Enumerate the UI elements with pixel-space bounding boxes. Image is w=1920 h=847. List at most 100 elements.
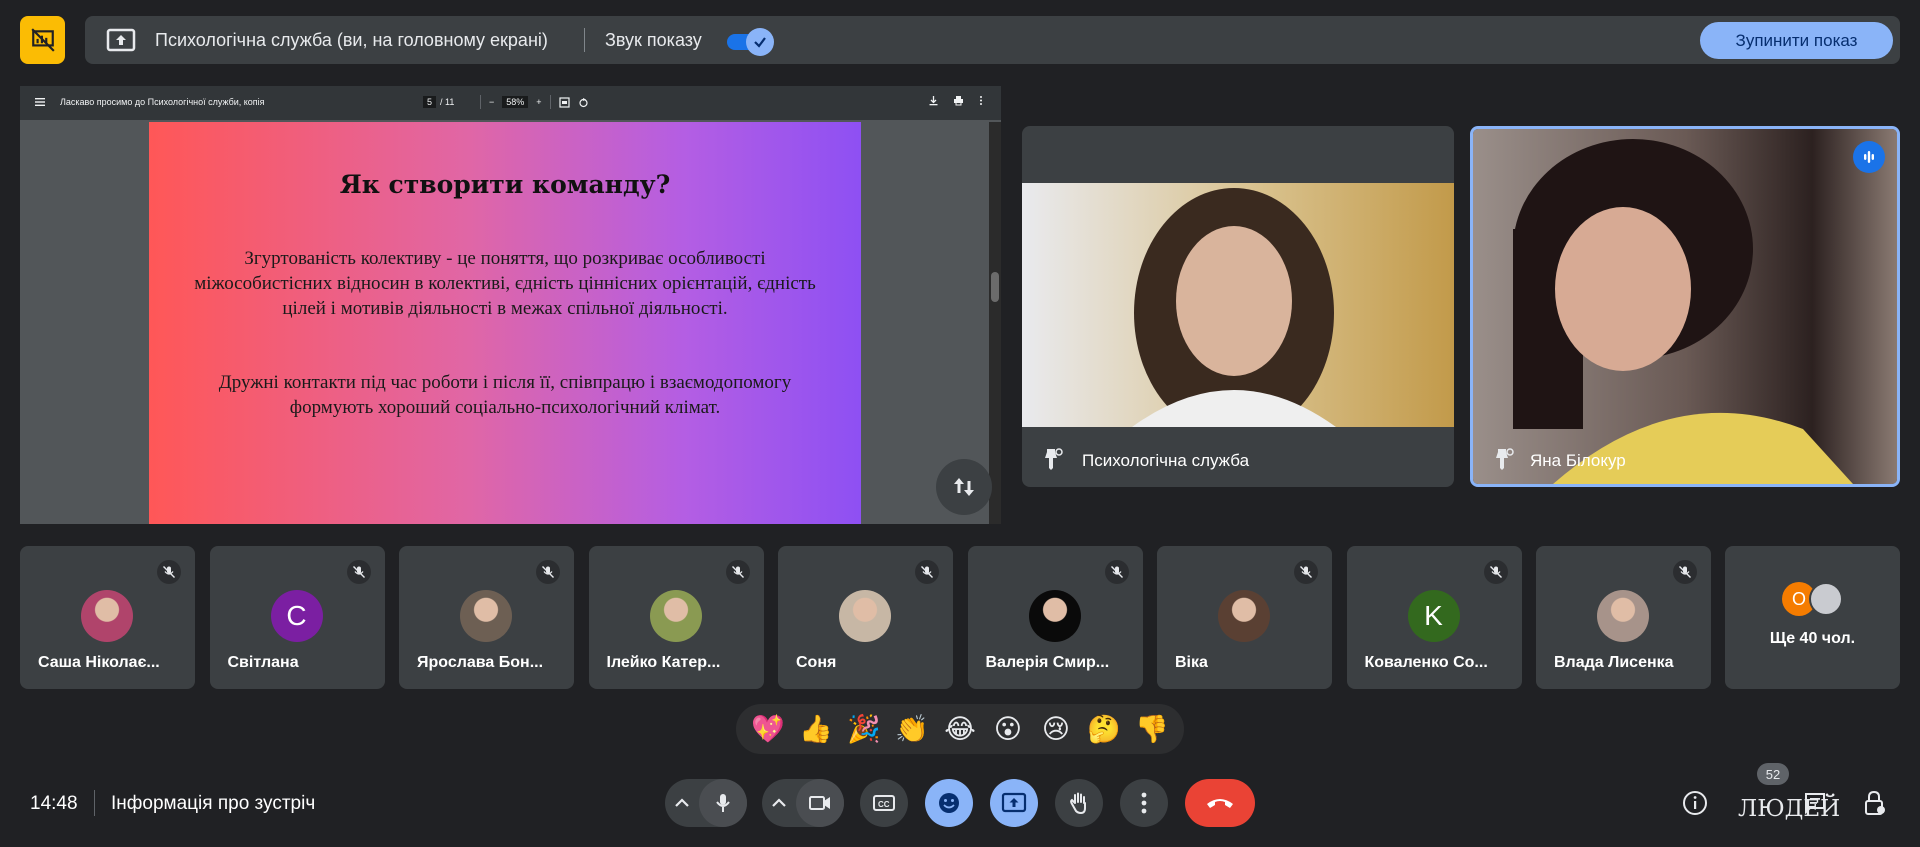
participant-name: Світлана bbox=[227, 654, 299, 671]
zoom-in-icon[interactable]: + bbox=[536, 97, 541, 107]
reaction-thumbs-up[interactable]: 👍 bbox=[796, 713, 836, 745]
mic-off-indicator bbox=[346, 560, 371, 584]
participant-name: Ілейко Катер... bbox=[606, 654, 721, 671]
participant-tile[interactable]: Соня bbox=[778, 546, 953, 689]
participant-tile[interactable]: Віка bbox=[1157, 546, 1332, 689]
participant-tile[interactable]: С Світлана bbox=[209, 546, 385, 689]
participant-avatar bbox=[1597, 590, 1649, 642]
pdf-scrollbar[interactable] bbox=[989, 122, 1001, 524]
pdf-page-input[interactable]: 5 bbox=[423, 96, 437, 108]
banner-divider bbox=[584, 28, 585, 52]
stop-presenting-button[interactable]: Зупинити показ bbox=[1700, 22, 1893, 59]
print-icon[interactable] bbox=[953, 95, 964, 106]
reaction-joy[interactable]: 😂 bbox=[940, 714, 980, 745]
participant-avatar bbox=[649, 590, 702, 642]
videocam-icon bbox=[809, 796, 830, 810]
participant-avatar bbox=[839, 590, 891, 642]
mic-off-icon bbox=[731, 566, 744, 578]
check-icon bbox=[754, 37, 766, 48]
captions-button[interactable]: CC bbox=[860, 779, 908, 827]
participant-name: Віка bbox=[1175, 654, 1208, 671]
bottom-divider bbox=[94, 790, 95, 816]
video-tile-yana-bilokur[interactable]: Яна Білокур bbox=[1470, 126, 1900, 487]
mic-off-indicator bbox=[1294, 560, 1318, 584]
host-controls-button[interactable] bbox=[1857, 785, 1893, 821]
presenting-badge bbox=[20, 16, 65, 64]
participant-tile[interactable]: Саша Ніколає... bbox=[20, 546, 195, 689]
meeting-details-button[interactable] bbox=[1677, 785, 1713, 821]
reaction-sad[interactable]: 😢 bbox=[1036, 714, 1076, 745]
call-end-icon bbox=[1207, 799, 1233, 808]
svg-text:CC: CC bbox=[878, 800, 890, 809]
more-participants-tile[interactable]: О Ще 40 чол. bbox=[1725, 546, 1900, 689]
microphone-button[interactable] bbox=[699, 779, 747, 827]
pdf-page-total: / 11 bbox=[440, 97, 455, 107]
mic-off-indicator bbox=[157, 560, 181, 584]
presentation-sound-toggle[interactable] bbox=[727, 28, 774, 56]
rotate-icon[interactable] bbox=[578, 97, 589, 108]
presentation-sound-label: Звук показу bbox=[605, 30, 702, 50]
participant-avatar: С bbox=[270, 590, 323, 642]
more-participants-label: Ще 40 чол. bbox=[1769, 630, 1856, 647]
chevron-up-icon[interactable] bbox=[665, 779, 699, 827]
participant-name: Коваленко Со... bbox=[1364, 654, 1488, 671]
participant-tile[interactable]: Ілейко Катер... bbox=[588, 546, 764, 689]
participant-avatar: K bbox=[1407, 590, 1460, 642]
reaction-surprised[interactable]: 😮 bbox=[988, 714, 1028, 745]
chat-button[interactable] bbox=[1797, 785, 1833, 821]
participant-tile[interactable]: Валерія Смир... bbox=[967, 546, 1143, 689]
reaction-heart[interactable]: 💖 bbox=[748, 713, 788, 745]
participant-name: Соня bbox=[796, 654, 837, 671]
swap-layout-button[interactable] bbox=[936, 459, 992, 515]
reaction-clap[interactable]: 👏 bbox=[892, 713, 932, 745]
video-participant-name: Психологічна служба bbox=[1082, 451, 1250, 470]
mic-off-indicator bbox=[1104, 560, 1129, 584]
pdf-zoom-input[interactable]: 58% bbox=[502, 96, 529, 108]
mic-off-icon bbox=[163, 566, 175, 578]
fit-page-icon[interactable] bbox=[558, 96, 570, 108]
zoom-out-icon[interactable]: − bbox=[489, 97, 494, 107]
leave-call-button[interactable] bbox=[1185, 779, 1255, 827]
more-avatar-photo bbox=[1809, 582, 1843, 616]
camera-button[interactable] bbox=[796, 779, 844, 827]
raise-hand-button[interactable] bbox=[1055, 779, 1103, 827]
scroll-thumb[interactable] bbox=[991, 272, 999, 302]
participant-tile[interactable]: Ярослава Бон... bbox=[399, 546, 574, 689]
reaction-thumbs-down[interactable]: 👎 bbox=[1132, 713, 1172, 745]
reaction-thinking[interactable]: 🤔 bbox=[1084, 713, 1124, 745]
pdf-toolbar: Ласкаво просимо до Психологічної служби,… bbox=[20, 86, 1001, 120]
participant-tile[interactable]: K Коваленко Со... bbox=[1346, 546, 1522, 689]
closed-captions-icon: CC bbox=[873, 795, 895, 811]
more-vert-icon[interactable] bbox=[978, 95, 984, 106]
mic-off-indicator bbox=[1673, 560, 1697, 584]
pdf-zoom-controls: − 58% + bbox=[480, 95, 589, 109]
speaking-indicator bbox=[1853, 141, 1885, 173]
camera-control-group bbox=[762, 779, 844, 827]
pdf-viewer: Ласкаво просимо до Психологічної служби,… bbox=[20, 86, 1001, 524]
pdf-filename: Ласкаво просимо до Психологічної служби,… bbox=[60, 97, 265, 107]
present-screen-icon bbox=[106, 28, 136, 52]
pin-icon[interactable] bbox=[1040, 446, 1064, 472]
menu-icon[interactable] bbox=[34, 96, 46, 108]
toolbar-separator bbox=[480, 95, 481, 109]
raise-hand-icon bbox=[1070, 792, 1086, 815]
emoji-reactions-button[interactable] bbox=[925, 779, 973, 827]
reaction-party[interactable]: 🎉 bbox=[844, 713, 884, 745]
people-count-badge: 52 bbox=[1757, 763, 1789, 785]
chat-icon bbox=[1805, 793, 1825, 815]
mic-off-indicator bbox=[1483, 560, 1508, 584]
download-icon[interactable] bbox=[928, 95, 939, 106]
pin-icon[interactable] bbox=[1491, 446, 1515, 472]
present-now-button[interactable] bbox=[990, 779, 1038, 827]
chevron-up-icon[interactable] bbox=[762, 779, 796, 827]
more-options-button[interactable] bbox=[1120, 779, 1168, 827]
slide-page: Як створити команду? Згуртованість колек… bbox=[149, 122, 861, 524]
mic-control-group bbox=[665, 779, 747, 827]
pdf-right-tools bbox=[928, 95, 984, 106]
participant-tile[interactable]: Влада Лисенка bbox=[1536, 546, 1711, 689]
participant-video bbox=[1022, 183, 1454, 427]
video-tile-psych-service[interactable]: Психологічна служба bbox=[1022, 126, 1454, 487]
mic-off-indicator bbox=[915, 560, 939, 584]
meeting-info-link[interactable]: Інформація про зустріч bbox=[111, 793, 315, 815]
emoji-icon bbox=[939, 793, 959, 813]
